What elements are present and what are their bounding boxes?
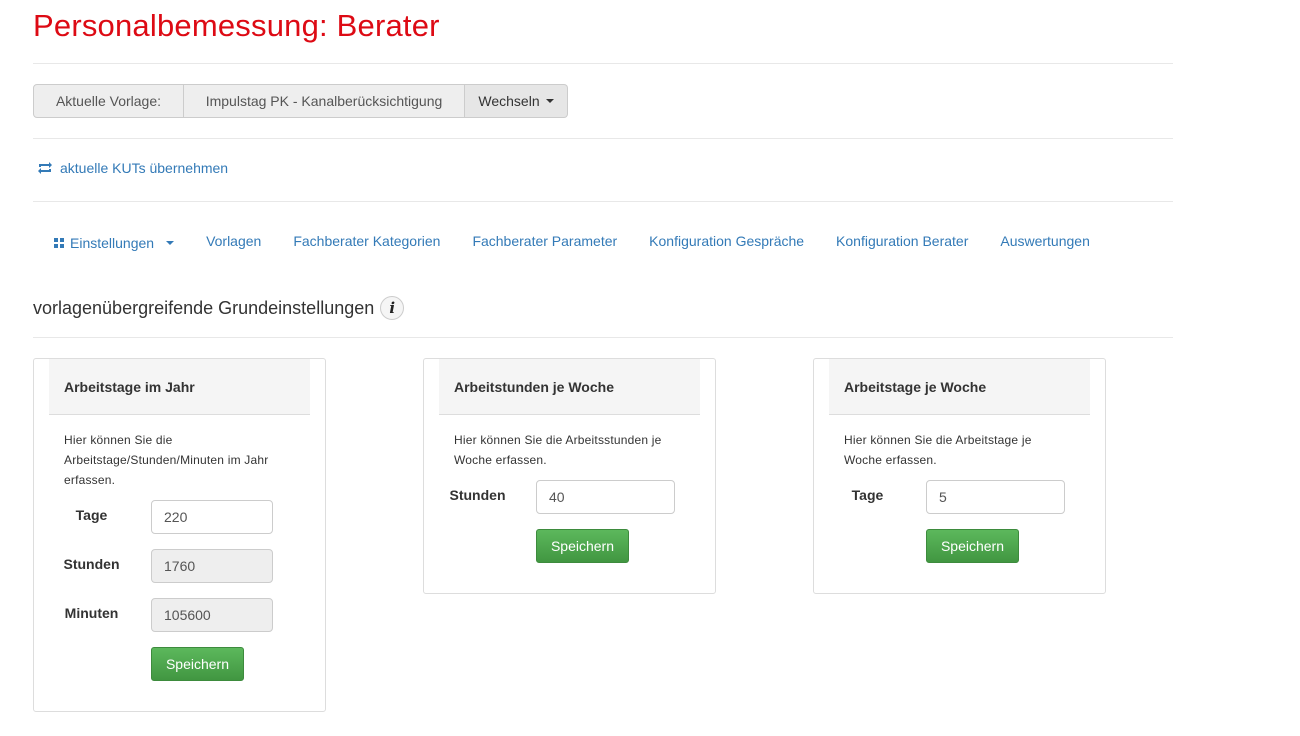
panel-description: Hier können Sie die Arbeitsstunden je Wo… — [454, 433, 662, 467]
stunden-input[interactable] — [536, 480, 675, 514]
divider — [33, 63, 1173, 64]
save-button[interactable]: Speichern — [151, 647, 244, 681]
save-button[interactable]: Speichern — [536, 529, 629, 563]
tage-label: Tage — [75, 507, 108, 523]
stunden-input — [151, 549, 273, 583]
nav-vorlagen[interactable]: Vorlagen — [190, 226, 277, 256]
tage-input[interactable] — [926, 480, 1065, 514]
save-button[interactable]: Speichern — [926, 529, 1019, 563]
main-nav: Einstellungen Vorlagen Fachberater Kateg… — [38, 226, 1106, 256]
panel-title: Arbeitstage im Jahr — [49, 359, 310, 415]
minuten-label: Minuten — [64, 605, 119, 621]
panel-arbeitstage-je-woche: Arbeitstage je Woche Hier können Sie die… — [813, 358, 1106, 594]
divider — [33, 337, 1173, 338]
grid-icon — [54, 238, 64, 248]
panel-description: Hier können Sie die Arbeitstage je Woche… — [844, 433, 1032, 467]
nav-konfiguration-gespraeche[interactable]: Konfiguration Gespräche — [633, 226, 820, 256]
kuts-uebernehmen-link[interactable]: aktuelle KUTs übernehmen — [36, 160, 228, 176]
panel-description: Hier können Sie die Arbeitstage/Stunden/… — [64, 433, 269, 487]
stunden-label: Stunden — [63, 556, 120, 572]
panel-arbeitstunden-je-woche: Arbeitstunden je Woche Hier können Sie d… — [423, 358, 716, 594]
panel-title: Arbeitstunden je Woche — [439, 359, 700, 415]
nav-einstellungen-label: Einstellungen — [70, 235, 155, 251]
tage-label: Tage — [851, 487, 884, 503]
page-title: Personalbemessung: Berater — [33, 8, 440, 43]
kuts-uebernehmen-label: aktuelle KUTs übernehmen — [60, 160, 229, 176]
caret-down-icon — [545, 99, 554, 103]
stunden-label: Stunden — [449, 487, 506, 503]
nav-auswertungen[interactable]: Auswertungen — [984, 226, 1106, 256]
vorlage-selector: Aktuelle Vorlage: Impulstag PK - Kanalbe… — [33, 84, 568, 118]
nav-konfiguration-berater[interactable]: Konfiguration Berater — [820, 226, 984, 256]
panel-arbeitstage-im-jahr: Arbeitstage im Jahr Hier können Sie die … — [33, 358, 326, 712]
vorlage-label: Aktuelle Vorlage: — [33, 84, 184, 118]
wechseln-dropdown-button[interactable]: Wechseln — [465, 84, 568, 118]
panel-title: Arbeitstage je Woche — [829, 359, 1090, 415]
retweet-icon — [38, 162, 52, 174]
divider — [33, 201, 1173, 202]
info-icon[interactable]: i — [380, 296, 405, 320]
wechseln-label: Wechseln — [478, 93, 540, 109]
minuten-input — [151, 598, 273, 632]
vorlage-value: Impulstag PK - Kanalberücksichtigung — [184, 84, 465, 118]
tage-input[interactable] — [151, 500, 273, 534]
caret-down-icon — [166, 241, 175, 245]
nav-fachberater-kategorien[interactable]: Fachberater Kategorien — [277, 226, 456, 256]
divider — [33, 138, 1173, 139]
nav-fachberater-parameter[interactable]: Fachberater Parameter — [456, 226, 633, 256]
section-title: vorlagenübergreifende Grundeinstellungen… — [33, 296, 405, 320]
nav-einstellungen-dropdown[interactable]: Einstellungen — [38, 228, 190, 258]
section-title-text: vorlagenübergreifende Grundeinstellungen — [33, 297, 375, 318]
